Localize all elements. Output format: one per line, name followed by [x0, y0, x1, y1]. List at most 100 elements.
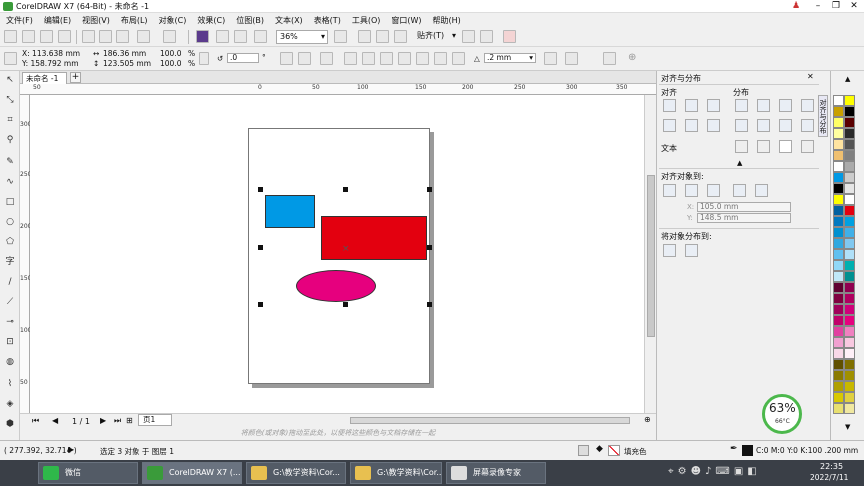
- menu-edit[interactable]: 编辑(E): [44, 15, 71, 26]
- color-swatch[interactable]: [833, 326, 844, 337]
- magenta-ellipse[interactable]: [296, 270, 376, 302]
- launch-icon[interactable]: [503, 30, 516, 43]
- save-icon[interactable]: [40, 30, 53, 43]
- collapse-up-icon[interactable]: ▲: [737, 159, 742, 167]
- copy-icon[interactable]: [99, 30, 112, 43]
- interactive-fill-tool-icon[interactable]: ◈: [3, 397, 17, 411]
- rotation-center-icon[interactable]: ×: [342, 244, 350, 254]
- selection-handle[interactable]: [258, 302, 263, 307]
- rectangle-tool-icon[interactable]: □: [3, 195, 17, 209]
- ellipse-tool-icon[interactable]: ○: [3, 215, 17, 229]
- back-minus-front-icon[interactable]: [452, 52, 465, 65]
- mirror-vertical-icon[interactable]: [298, 52, 311, 65]
- navigator-icon[interactable]: ⊕: [644, 415, 651, 424]
- publish-pdf-icon[interactable]: [254, 30, 267, 43]
- color-swatch[interactable]: [844, 161, 855, 172]
- selection-handle[interactable]: [427, 187, 432, 192]
- color-swatch[interactable]: [833, 216, 844, 227]
- align-to-active-objects-icon[interactable]: [663, 184, 676, 197]
- menu-tools[interactable]: 工具(O): [352, 15, 381, 26]
- new-tab-plus-icon[interactable]: +: [70, 72, 81, 83]
- grid-icon[interactable]: [376, 30, 389, 43]
- selection-handle[interactable]: [427, 245, 432, 250]
- wrap-text-icon[interactable]: [565, 52, 578, 65]
- distribute-center-h-icon[interactable]: [757, 99, 770, 112]
- align-left-icon[interactable]: [663, 99, 676, 112]
- taskbar-wechat[interactable]: 微信: [38, 462, 138, 484]
- color-swatch[interactable]: [844, 403, 855, 414]
- menu-bitmaps[interactable]: 位图(B): [236, 15, 264, 26]
- selection-handle[interactable]: [427, 302, 432, 307]
- color-swatch[interactable]: [844, 238, 855, 249]
- shape-tool-icon[interactable]: ⤡: [3, 93, 17, 107]
- freehand-tool-icon[interactable]: ✎: [3, 155, 17, 169]
- height-field[interactable]: 123.505 mm: [103, 59, 151, 68]
- group-icon[interactable]: [320, 52, 333, 65]
- x-position-field[interactable]: X: 113.638 mm: [22, 49, 80, 58]
- color-swatch[interactable]: [833, 359, 844, 370]
- open-icon[interactable]: [22, 30, 35, 43]
- align-point-x-field[interactable]: 105.0 mm: [697, 202, 791, 212]
- drawing-canvas[interactable]: ×: [30, 95, 644, 413]
- close-button[interactable]: ✕: [844, 0, 864, 13]
- smart-fill-tool-icon[interactable]: ⬢: [3, 417, 17, 431]
- combine-icon[interactable]: [344, 52, 357, 65]
- color-swatch[interactable]: [833, 282, 844, 293]
- blue-rectangle[interactable]: [265, 195, 315, 228]
- color-swatch[interactable]: [833, 106, 844, 117]
- next-page-icon[interactable]: ▶: [100, 416, 106, 425]
- color-swatch[interactable]: [844, 315, 855, 326]
- color-swatch[interactable]: [833, 293, 844, 304]
- new-document-icon[interactable]: [4, 30, 17, 43]
- red-rectangle[interactable]: [321, 216, 427, 260]
- align-bottom-icon[interactable]: [707, 119, 720, 132]
- color-swatch[interactable]: [833, 117, 844, 128]
- color-swatch[interactable]: [844, 337, 855, 348]
- distribute-to-page-icon[interactable]: [685, 244, 698, 257]
- rulers-icon[interactable]: [358, 30, 371, 43]
- color-swatch[interactable]: [844, 359, 855, 370]
- menu-layout[interactable]: 布局(L): [121, 15, 148, 26]
- polygon-tool-icon[interactable]: ⬠: [3, 235, 17, 249]
- color-swatch[interactable]: [833, 128, 844, 139]
- artistic-media-tool-icon[interactable]: ∿: [3, 175, 17, 189]
- options-icon[interactable]: [462, 30, 475, 43]
- color-swatch[interactable]: [833, 205, 844, 216]
- document-page[interactable]: ×: [248, 128, 430, 384]
- color-swatch[interactable]: [844, 117, 855, 128]
- taskbar-folder-1[interactable]: G:\教学资料\Cor...: [246, 462, 346, 484]
- color-swatch[interactable]: [833, 249, 844, 260]
- status-play-icon[interactable]: ▶: [68, 445, 74, 454]
- undo-icon[interactable]: [137, 30, 150, 43]
- scale-y-field[interactable]: 100.0: [160, 59, 181, 68]
- align-to-page-center-icon[interactable]: [707, 184, 720, 197]
- color-swatch[interactable]: [833, 172, 844, 183]
- menu-view[interactable]: 视图(V): [82, 15, 110, 26]
- selection-handle[interactable]: [343, 302, 348, 307]
- angle-field[interactable]: .0: [227, 53, 259, 63]
- cut-icon[interactable]: [82, 30, 95, 43]
- selection-handle[interactable]: [343, 187, 348, 192]
- color-swatch[interactable]: [833, 139, 844, 150]
- docker-vertical-tab[interactable]: 对齐与分布: [818, 95, 828, 137]
- align-top-icon[interactable]: [663, 119, 676, 132]
- menu-effects[interactable]: 效果(C): [197, 15, 225, 26]
- color-swatch[interactable]: [844, 216, 855, 227]
- color-swatch[interactable]: [844, 205, 855, 216]
- align-point-y-field[interactable]: 148.5 mm: [697, 213, 791, 223]
- taskbar-folder-2[interactable]: G:\教学资料\Cor...: [350, 462, 442, 484]
- add-page-icon[interactable]: ⊞: [126, 416, 133, 425]
- selection-handle[interactable]: [258, 187, 263, 192]
- minimize-button[interactable]: –: [808, 0, 828, 13]
- distribute-center-v-icon[interactable]: [757, 119, 770, 132]
- color-swatch[interactable]: [833, 194, 844, 205]
- snap-to-select[interactable]: 贴齐(T) ▾: [414, 30, 456, 44]
- redo-icon[interactable]: [163, 30, 176, 43]
- color-swatch[interactable]: [844, 271, 855, 282]
- color-swatch[interactable]: [844, 227, 855, 238]
- distribute-bottom-icon[interactable]: [801, 119, 814, 132]
- zoom-level-select[interactable]: 36% ▾: [276, 30, 328, 44]
- color-swatch[interactable]: [833, 183, 844, 194]
- document-tab[interactable]: 未命名 -1: [22, 72, 67, 84]
- vertical-scrollbar[interactable]: [644, 95, 656, 413]
